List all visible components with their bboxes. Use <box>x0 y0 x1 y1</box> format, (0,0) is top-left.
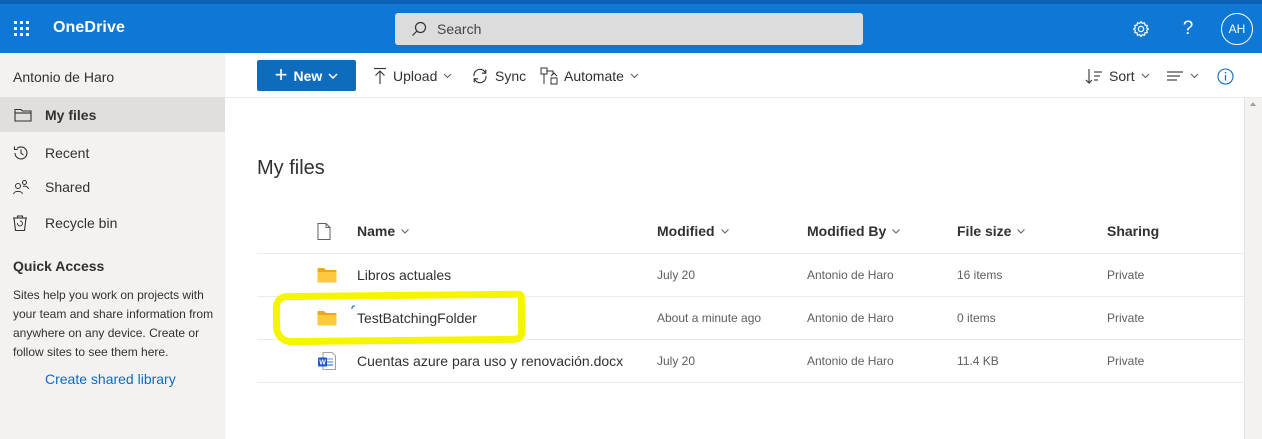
document-icon <box>317 222 331 240</box>
nav-item-label: Shared <box>45 178 91 195</box>
page-title: My files <box>257 157 325 179</box>
file-type-column-header[interactable] <box>317 221 331 241</box>
automate-button[interactable]: Automate <box>540 65 639 87</box>
sync-button[interactable]: Sync <box>471 65 526 87</box>
search-icon <box>412 21 427 36</box>
trash-icon <box>0 214 45 232</box>
modified-cell: July 20 <box>657 353 696 368</box>
plus-icon: + <box>274 61 288 87</box>
column-header-label: Name <box>357 223 396 239</box>
sort-label: Sort <box>1109 68 1135 84</box>
command-bar: + New Upload Sync Automate Sort <box>225 53 1262 98</box>
word-document-icon: W <box>317 339 337 382</box>
create-shared-library-link[interactable]: Create shared library <box>45 371 176 387</box>
folder-icon <box>317 296 337 339</box>
column-header-modified[interactable]: Modified <box>657 221 729 241</box>
app-title[interactable]: OneDrive <box>53 19 125 37</box>
column-header-label: Modified By <box>807 223 887 239</box>
search-box[interactable] <box>395 13 863 45</box>
nav-item-my-files[interactable]: My files <box>0 97 225 132</box>
quick-access-description: Sites help you work on projects with you… <box>13 288 214 359</box>
sort-icon <box>1085 69 1102 84</box>
history-icon <box>0 144 45 162</box>
nav-item-recycle-bin[interactable]: Recycle bin <box>0 205 225 240</box>
user-name: Antonio de Haro <box>13 69 115 85</box>
column-header-label: File size <box>957 223 1012 239</box>
chevron-down-icon <box>443 73 452 79</box>
file-size-cell: 11.4 KB <box>957 353 999 368</box>
people-icon <box>0 178 45 196</box>
gear-icon <box>1132 20 1150 38</box>
waffle-icon <box>13 21 29 36</box>
chevron-down-icon <box>401 228 409 234</box>
chevron-down-icon <box>892 228 901 234</box>
help-button[interactable]: ? <box>1172 13 1204 45</box>
folder-icon <box>317 253 337 296</box>
column-header-label: Modified <box>657 223 715 239</box>
modified-by-cell: Antonio de Haro <box>807 353 894 368</box>
svg-text:W: W <box>319 359 326 366</box>
suite-bar: OneDrive ? AH <box>0 0 1262 53</box>
list-view-icon <box>1167 71 1183 81</box>
modified-cell: July 20 <box>657 267 696 282</box>
quick-access-title: Quick Access <box>13 258 105 274</box>
sharing-cell: Private <box>1107 310 1145 325</box>
app-launcher-button[interactable] <box>0 4 42 53</box>
column-header-sharing[interactable]: Sharing <box>1107 221 1159 241</box>
nav-item-shared[interactable]: Shared <box>0 169 225 204</box>
sync-icon <box>473 68 487 84</box>
vertical-scrollbar[interactable] <box>1244 98 1262 439</box>
avatar[interactable]: AH <box>1221 13 1253 45</box>
chevron-down-icon <box>720 228 729 234</box>
nav-item-label: Recycle bin <box>45 214 118 231</box>
chevron-down-icon <box>328 72 338 79</box>
folder-icon <box>0 108 45 122</box>
nav-item-label: My files <box>45 106 97 123</box>
modified-cell: About a minute ago <box>657 310 762 325</box>
file-name[interactable]: Cuentas azure para uso y renovación.docx <box>357 339 623 382</box>
column-header-modified-by[interactable]: Modified By <box>807 221 901 241</box>
table-row[interactable]: TestBatchingFolder About a minute ago An… <box>257 296 1244 339</box>
file-name[interactable]: Libros actuales <box>357 253 451 296</box>
search-input[interactable] <box>437 21 837 37</box>
nav-item-label: Recent <box>45 144 90 161</box>
view-options-button[interactable] <box>1166 65 1199 87</box>
scroll-up-arrow-icon[interactable] <box>1250 102 1256 106</box>
table-row[interactable]: W Cuentas azure para uso y renovación.do… <box>257 339 1244 382</box>
sort-button[interactable]: Sort <box>1085 65 1150 87</box>
left-navigation: Antonio de Haro My files Recent Shared R… <box>0 53 225 439</box>
column-header-file-size[interactable]: File size <box>957 221 1026 241</box>
nav-item-recent[interactable]: Recent <box>0 135 225 170</box>
table-row[interactable]: Libros actuales July 20 Antonio de Haro … <box>257 253 1244 296</box>
new-button-label: New <box>293 67 323 84</box>
settings-button[interactable] <box>1125 13 1157 45</box>
column-header-label: Sharing <box>1107 223 1160 239</box>
new-button[interactable]: + New <box>257 60 356 91</box>
column-header-name[interactable]: Name <box>357 221 409 241</box>
row-divider <box>257 382 1244 383</box>
flow-icon <box>540 67 558 85</box>
question-mark-icon: ? <box>1182 18 1194 39</box>
info-icon <box>1217 67 1234 85</box>
upload-button[interactable]: Upload <box>373 65 452 87</box>
upload-label: Upload <box>393 68 438 84</box>
sharing-cell: Private <box>1107 267 1145 282</box>
chevron-down-icon <box>630 73 639 79</box>
chevron-down-icon <box>1141 73 1150 79</box>
upload-icon <box>374 67 386 84</box>
chevron-down-icon <box>1017 228 1026 234</box>
automate-label: Automate <box>564 68 624 84</box>
file-name[interactable]: TestBatchingFolder <box>357 296 477 339</box>
sharing-cell: Private <box>1107 353 1145 368</box>
file-size-cell: 16 items <box>957 267 1003 282</box>
file-size-cell: 0 items <box>957 310 996 325</box>
sync-label: Sync <box>495 68 527 84</box>
chevron-down-icon <box>1190 73 1199 79</box>
details-pane-button[interactable] <box>1217 65 1234 87</box>
modified-by-cell: Antonio de Haro <box>807 310 894 325</box>
modified-by-cell: Antonio de Haro <box>807 267 894 282</box>
